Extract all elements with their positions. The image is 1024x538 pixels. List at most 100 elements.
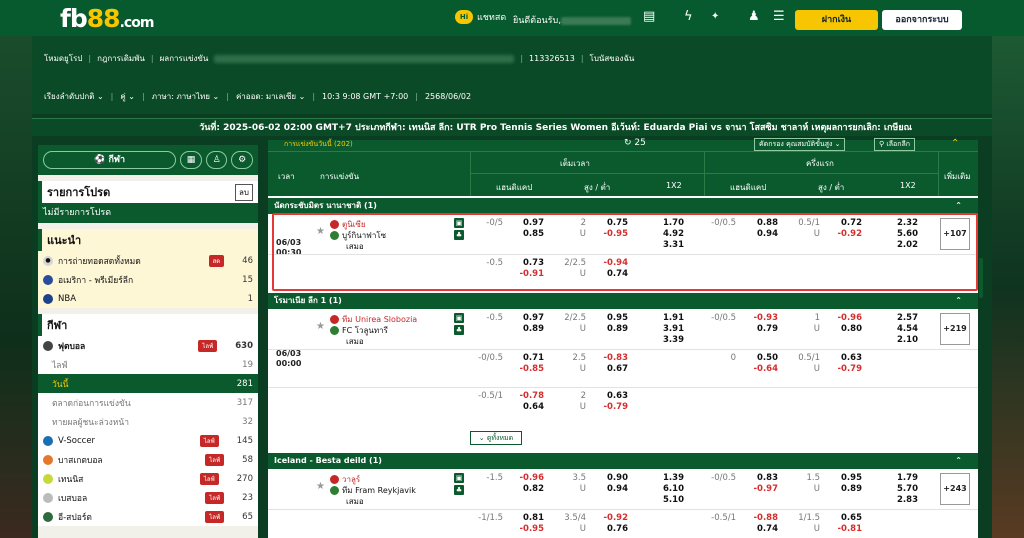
odds-cell[interactable]: -0.88 (742, 513, 779, 523)
odds-cell[interactable]: -0.79 (826, 364, 863, 374)
filter-dropdown[interactable]: คัดกรอง คุณสมบัติขั้นสูง ⌄ (754, 138, 846, 151)
sidebar-item-nba[interactable]: NBA 1 (38, 289, 258, 308)
odds-cell[interactable]: -0.81 (826, 524, 863, 534)
sidebar-item-live-all[interactable]: ● การถ่ายทอดสดทั้งหมด สด 46 (38, 251, 258, 270)
site-logo[interactable]: fb88.com (60, 4, 154, 33)
odds-cell[interactable]: 0.90 (592, 473, 628, 483)
refresh-counter[interactable]: ↻ 25 (624, 138, 646, 148)
betslip-icon[interactable]: ▦ (180, 151, 202, 169)
language-dropdown[interactable]: ภาษา: ภาษาไทย ⌄ (152, 90, 220, 103)
odds-1x2-draw-half[interactable]: 2.10 (886, 335, 918, 345)
expand-all-button[interactable]: ⌄ ดูทั้งหมด (470, 431, 522, 445)
odds-cell[interactable]: 0.83 (742, 473, 778, 483)
away-team[interactable]: ทีม Fram Reykjavik (330, 484, 416, 497)
odds-cell[interactable]: -0.92 (592, 513, 629, 523)
collapse-league-icon[interactable]: ⌃ (955, 453, 962, 469)
sort-dropdown[interactable]: เรียงลำดับปกติ ⌄ (44, 90, 104, 103)
odds-cell[interactable]: 0.74 (742, 524, 778, 534)
sidebar-item-football-prematch[interactable]: ตลาดก่อนการแข่งขัน 317 (38, 393, 258, 412)
settings-icon[interactable]: ⚙ (231, 151, 254, 169)
odds-cell[interactable]: 0.76 (592, 524, 628, 534)
sidebar-item-football-live[interactable]: ไลฟ์ 19 (38, 355, 258, 374)
clear-button[interactable]: ลบ (235, 183, 253, 201)
nav-betting-rules[interactable]: กฎการเดิมพัน (97, 52, 145, 65)
odds-1x2-home[interactable]: 1.91 (652, 313, 684, 323)
odds-1x2-home-half[interactable]: 2.57 (886, 313, 918, 323)
live-chat[interactable]: Hi แชทสด (455, 10, 506, 24)
nav-my-bonus[interactable]: โบนัสของฉัน (590, 52, 635, 65)
more-markets-button[interactable]: +219 (940, 313, 970, 345)
bolt-icon[interactable]: ϟ (684, 10, 693, 24)
odds-1x2-draw-half[interactable]: 2.83 (886, 495, 918, 505)
odds-1x2-away-half[interactable]: 4.54 (886, 324, 918, 334)
deposit-button[interactable]: ฝากเงิน (795, 10, 878, 30)
wallet-icon[interactable]: ▤ (643, 10, 655, 24)
odds-1x2-away[interactable]: 6.10 (652, 484, 684, 494)
odds-cell[interactable]: -0.78 (508, 391, 545, 401)
odds-1x2-home[interactable]: 1.39 (652, 473, 684, 483)
odds-cell[interactable]: 0.79 (742, 324, 778, 334)
odds-cell[interactable]: 0.82 (508, 484, 544, 494)
sidebar-item-tennis[interactable]: เทนนิส ไลฟ์ 270 (38, 469, 258, 488)
odds-cell[interactable]: 0.65 (826, 513, 862, 523)
field-icon[interactable]: ♣ (454, 325, 464, 335)
odds-cell[interactable]: -0.93 (742, 313, 779, 323)
odds-cell[interactable]: 0.97 (508, 313, 544, 323)
favorite-star-icon[interactable]: ★ (316, 481, 325, 492)
sidebar-item-baseball[interactable]: เบสบอล ไลฟ์ 23 (38, 488, 258, 507)
promo-icon[interactable]: ✦ (711, 10, 719, 24)
odds-cell[interactable]: -0.95 (508, 524, 545, 534)
odds-cell[interactable]: 0.89 (826, 484, 862, 494)
favorite-star-icon[interactable]: ★ (316, 321, 325, 332)
league-header[interactable]: Iceland - Besta deild (1) ⌃ (268, 453, 978, 469)
odds-cell[interactable]: 0.89 (592, 324, 628, 334)
collapse-all-icon[interactable]: ⌃ (951, 138, 959, 149)
scrollbar[interactable] (979, 258, 983, 298)
odds-1x2-draw[interactable]: 3.39 (652, 335, 684, 345)
collapse-league-icon[interactable]: ⌃ (955, 198, 962, 214)
sidebar-item-football-outright[interactable]: ทายผลผู้ชนะล่วงหน้า 32 (38, 412, 258, 431)
collapse-league-icon[interactable]: ⌃ (955, 293, 962, 309)
sidebar-item-vsoccer[interactable]: V-Soccer ไลฟ์ 145 (38, 431, 258, 450)
today-matches-label[interactable]: การแข่งขันวันนี้ (202) (284, 139, 353, 150)
field-icon[interactable]: ♣ (454, 485, 464, 495)
odds-1x2-away[interactable]: 3.91 (652, 324, 684, 334)
odds-cell[interactable]: 0.63 (826, 353, 862, 363)
odds-cell[interactable]: -0.79 (592, 402, 629, 412)
odds-cell[interactable]: 0.94 (592, 484, 628, 494)
nav-europe-mode[interactable]: โหมดยูโรป (44, 52, 82, 65)
sidebar-item-basketball[interactable]: บาสเกตบอล ไลฟ์ 58 (38, 450, 258, 469)
more-markets-button[interactable]: +243 (940, 473, 970, 505)
user-icon[interactable]: ♟ (748, 10, 760, 24)
sidebar-item-us-premier[interactable]: อเมริกา - พรีเมียร์ลีก 15 (38, 270, 258, 289)
odds-1x2-home-half[interactable]: 1.79 (886, 473, 918, 483)
odds-1x2-away-half[interactable]: 5.70 (886, 484, 918, 494)
odds-cell[interactable]: 0.89 (508, 324, 544, 334)
league-header[interactable]: นัดกระชับมิตร นานาชาติ (1) ⌃ (268, 198, 978, 214)
odds-cell[interactable]: 0.71 (508, 353, 544, 363)
odds-cell[interactable]: -0.96 (508, 473, 545, 483)
nav-results[interactable]: ผลการแข่งขัน (160, 52, 209, 65)
sidebar-item-esports[interactable]: อี-สปอร์ต ไลฟ์ 65 (38, 507, 258, 526)
pair-dropdown[interactable]: คู่ ⌄ (120, 90, 135, 103)
league-header[interactable]: โรมาเนีย ลีก 1 (1) ⌃ (268, 293, 978, 309)
odds-cell[interactable]: -0.96 (826, 313, 863, 323)
odds-cell[interactable]: 0.63 (592, 391, 628, 401)
odds-cell[interactable]: 0.50 (742, 353, 778, 363)
sports-button[interactable]: ⚽ กีฬา (43, 151, 177, 169)
account-icon[interactable]: ♙ (205, 151, 228, 169)
menu-icon[interactable]: ☰ (773, 10, 785, 24)
odds-cell[interactable]: -0.83 (592, 353, 629, 363)
odds-cell[interactable]: 0.67 (592, 364, 628, 374)
odds-cell[interactable]: -0.64 (742, 364, 779, 374)
odds-cell[interactable]: 0.95 (592, 313, 628, 323)
odds-cell[interactable]: 0.81 (508, 513, 544, 523)
odds-cell[interactable]: -0.85 (508, 364, 545, 374)
odds-cell[interactable]: 0.64 (508, 402, 544, 412)
odds-1x2-draw[interactable]: 5.10 (652, 495, 684, 505)
stats-icon[interactable]: ▣ (454, 473, 464, 483)
sidebar-item-football[interactable]: ฟุตบอล ไลฟ์ 630 (38, 336, 258, 355)
stats-icon[interactable]: ▣ (454, 313, 464, 323)
sidebar-item-football-today[interactable]: วันนี้ 281 (38, 374, 258, 393)
odds-cell[interactable]: -0.97 (742, 484, 779, 494)
